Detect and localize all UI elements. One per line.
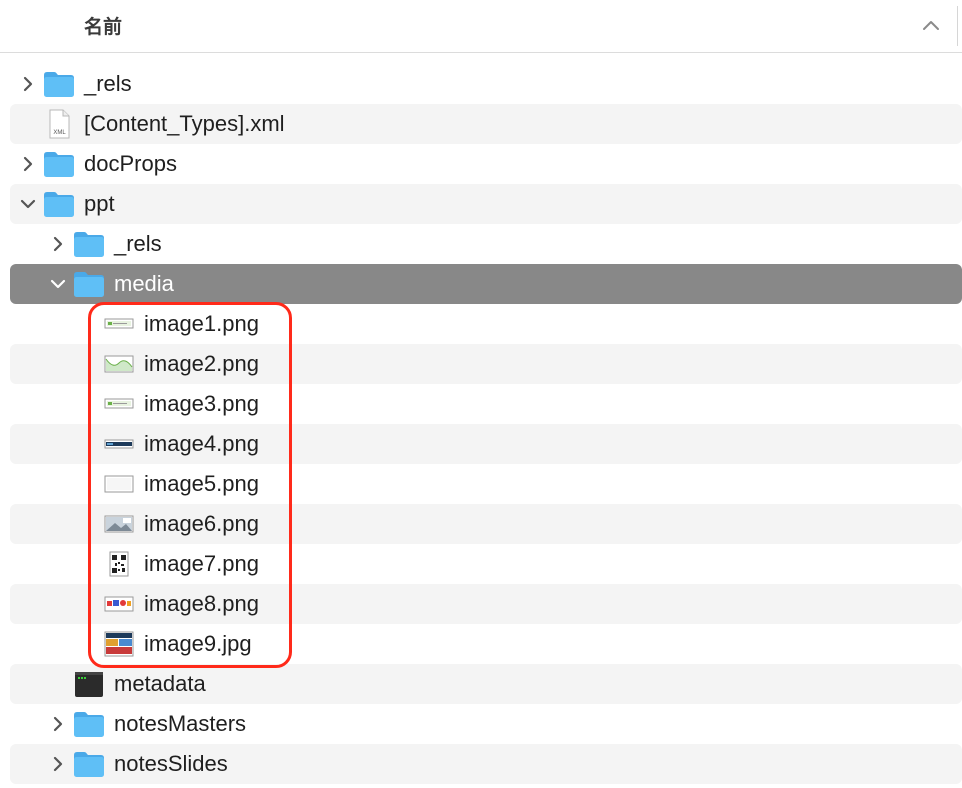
item-name: [Content_Types].xml [84,111,285,136]
list-header: 名前 [0,0,962,53]
item-name: ppt [84,191,115,216]
image-thumbnail-icon [103,549,135,579]
folder-icon [43,189,75,219]
folder-row[interactable]: docProps [10,144,962,184]
item-name: image8.png [144,591,259,616]
item-name: image3.png [144,391,259,416]
image-thumbnail-icon [103,429,135,459]
chevron-right-icon[interactable] [48,754,68,774]
file-row[interactable]: image2.png [10,344,962,384]
item-name: notesSlides [114,751,228,776]
sort-ascending-icon[interactable] [920,15,942,37]
folder-icon [43,149,75,179]
chevron-right-icon[interactable] [48,234,68,254]
folder-icon [73,709,105,739]
item-name: docProps [84,151,177,176]
folder-icon [73,269,105,299]
item-name: metadata [114,671,206,696]
image-thumbnail-icon [103,629,135,659]
item-name: image5.png [144,471,259,496]
image-thumbnail-icon [103,389,135,419]
chevron-down-icon[interactable] [48,274,68,294]
chevron-down-icon[interactable] [18,194,38,214]
file-row[interactable]: XML [Content_Types].xml [10,104,962,144]
item-name: image4.png [144,431,259,456]
item-name: image7.png [144,551,259,576]
item-name: notesMasters [114,711,247,736]
file-row[interactable]: image1.png [10,304,962,344]
xml-file-icon: XML [43,109,75,139]
folder-icon [43,69,75,99]
folder-row[interactable]: media [10,264,962,304]
file-row[interactable]: image6.png [10,504,962,544]
file-row[interactable]: image7.png [10,544,962,584]
item-name: image6.png [144,511,259,536]
folder-icon [73,229,105,259]
file-row[interactable]: image5.png [10,464,962,504]
image-thumbnail-icon [103,509,135,539]
file-row[interactable]: image4.png [10,424,962,464]
folder-row[interactable]: _rels [10,64,962,104]
file-row[interactable]: image8.png [10,584,962,624]
svg-text:XML: XML [53,130,66,136]
item-name: _rels [114,231,162,256]
item-name: image1.png [144,311,259,336]
item-name: image9.jpg [144,631,252,656]
folder-row[interactable]: notesSlides [10,744,962,784]
item-name: image2.png [144,351,259,376]
folder-row[interactable]: notesMasters [10,704,962,744]
chevron-right-icon[interactable] [18,74,38,94]
terminal-executable-icon [73,669,105,699]
file-row[interactable]: image3.png [10,384,962,424]
image-thumbnail-icon [103,309,135,339]
image-thumbnail-icon [103,469,135,499]
folder-row[interactable]: _rels [10,224,962,264]
folder-icon [73,749,105,779]
image-thumbnail-icon [103,349,135,379]
folder-row[interactable]: ppt [10,184,962,224]
item-name: media [114,271,174,296]
item-name: _rels [84,71,132,96]
chevron-right-icon[interactable] [18,154,38,174]
chevron-right-icon[interactable] [48,714,68,734]
name-column-header[interactable]: 名前 [84,12,122,39]
file-row[interactable]: image9.jpg [10,624,962,664]
file-row[interactable]: metadata [10,664,962,704]
image-thumbnail-icon [103,589,135,619]
column-divider[interactable] [957,6,958,46]
